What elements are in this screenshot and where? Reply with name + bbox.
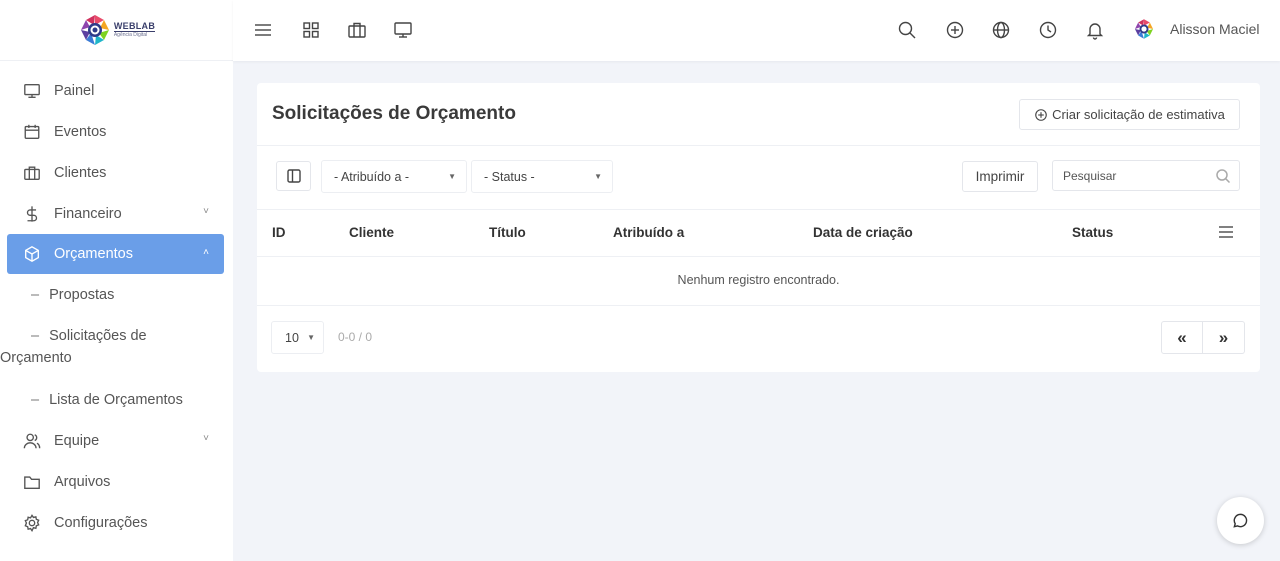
column-header-assigned-to[interactable]: Atribuído a — [613, 225, 684, 240]
column-header-client[interactable]: Cliente — [349, 225, 394, 240]
sidebar-subitem-lista[interactable]: – Lista de Orçamentos — [0, 379, 233, 420]
globe-icon[interactable] — [991, 20, 1011, 40]
sidebar-item-orcamentos[interactable]: Orçamentos ˄ — [7, 234, 224, 274]
plus-circle-icon — [1035, 108, 1047, 121]
folder-icon — [21, 471, 43, 493]
chat-button[interactable] — [1217, 497, 1264, 544]
status-filter-value: - Status - — [484, 169, 535, 184]
clock-icon[interactable] — [1038, 20, 1058, 40]
logo-icon — [80, 15, 109, 45]
pagination: « » — [1161, 321, 1245, 354]
dash-icon: – — [31, 286, 40, 303]
briefcase-icon[interactable] — [347, 20, 367, 40]
assigned-to-filter-value: - Atribuído a - — [334, 169, 410, 184]
bell-icon[interactable] — [1085, 20, 1105, 40]
avatar — [1134, 19, 1154, 39]
estimate-requests-card: Solicitações de Orçamento Criar solicita… — [257, 83, 1260, 372]
monitor-icon[interactable] — [393, 20, 413, 40]
create-button-label: Criar solicitação de estimativa — [1052, 107, 1225, 122]
dash-icon: – — [31, 328, 40, 344]
caret-down-icon: ▼ — [307, 333, 315, 342]
box-icon — [21, 243, 43, 265]
sidebar-item-label: Orçamentos — [54, 246, 133, 262]
sidebar-subitem-propostas[interactable]: – Propostas — [0, 274, 233, 315]
sidebar-item-arquivos[interactable]: Arquivos — [0, 461, 233, 502]
sidebar-item-label: Financeiro — [54, 205, 122, 222]
grid-icon[interactable] — [301, 20, 321, 40]
assigned-to-filter[interactable]: - Atribuído a - ▼ — [321, 160, 467, 193]
chevron-down-icon: ˅ — [203, 433, 209, 444]
sidebar-item-clientes[interactable]: Clientes — [0, 152, 233, 193]
empty-message: Nenhum registro encontrado. — [677, 273, 840, 287]
sidebar-item-label: Eventos — [54, 123, 107, 140]
sidebar-subitem-solicitacoes[interactable]: – Solicitações de Orçamento — [0, 315, 233, 379]
sidebar-item-label: Configurações — [54, 514, 148, 531]
monitor-icon — [21, 80, 43, 102]
page-title: Solicitações de Orçamento — [272, 103, 516, 124]
column-header-status[interactable]: Status — [1072, 225, 1113, 240]
sidebar-item-label: Arquivos — [54, 473, 111, 490]
sidebar-menu: Painel Eventos Clientes Financeiro ˅ Orç… — [0, 61, 233, 543]
sidebar-subitem-label-line2: Orçamento — [0, 350, 72, 366]
previous-page-button[interactable]: « — [1161, 321, 1203, 354]
divider — [257, 305, 1260, 306]
columns-icon — [286, 169, 301, 183]
sidebar-item-label: Painel — [54, 82, 95, 99]
divider — [257, 209, 1260, 210]
column-menu-icon[interactable] — [1218, 225, 1234, 239]
sidebar-item-label: Equipe — [54, 432, 100, 449]
create-estimate-request-button[interactable]: Criar solicitação de estimativa — [1019, 99, 1240, 130]
divider — [257, 256, 1260, 257]
chevron-up-icon: ˄ — [203, 247, 209, 258]
search-box — [1052, 160, 1240, 191]
page-size-value: 10 — [285, 330, 299, 345]
divider — [257, 145, 1260, 146]
calendar-icon — [21, 121, 43, 143]
user-name: Alisson Maciel — [1170, 21, 1260, 37]
users-icon — [21, 430, 43, 452]
print-button[interactable]: Imprimir — [962, 161, 1038, 192]
caret-down-icon: ▼ — [448, 172, 456, 181]
brand-tagline: Agência Digital — [113, 32, 148, 38]
caret-down-icon: ▼ — [594, 172, 602, 181]
sidebar-subitem-label-line1: Solicitações de — [49, 328, 147, 344]
topbar: Alisson Maciel — [233, 0, 1280, 61]
brand[interactable]: WEBLAB Agência Digital — [0, 0, 233, 61]
menu-icon[interactable] — [253, 20, 273, 40]
dash-icon: – — [31, 391, 40, 408]
sidebar-item-eventos[interactable]: Eventos — [0, 111, 233, 152]
brand-name: WEBLAB — [113, 21, 156, 32]
page-size-select[interactable]: 10 ▼ — [271, 321, 324, 354]
chat-icon — [1233, 513, 1248, 528]
sidebar-item-equipe[interactable]: Equipe ˅ — [0, 420, 233, 461]
sidebar: WEBLAB Agência Digital Painel Eventos Cl… — [0, 0, 233, 561]
sidebar-subitem-label: Lista de Orçamentos — [49, 391, 183, 408]
search-input[interactable] — [1063, 168, 1203, 183]
next-page-button[interactable]: » — [1203, 321, 1245, 354]
chevron-down-icon: ˅ — [203, 206, 209, 217]
briefcase-icon — [21, 162, 43, 184]
user-menu[interactable]: Alisson Maciel — [1133, 18, 1259, 40]
dollar-icon — [21, 203, 43, 225]
columns-toggle-button[interactable] — [276, 161, 311, 191]
plus-circle-icon[interactable] — [945, 20, 965, 40]
settings-icon — [21, 512, 43, 534]
pagination-info: 0-0 / 0 — [338, 330, 373, 344]
search-icon[interactable] — [1215, 168, 1231, 184]
column-header-title[interactable]: Título — [489, 225, 526, 240]
sidebar-item-painel[interactable]: Painel — [0, 70, 233, 111]
column-header-created-date[interactable]: Data de criação — [813, 225, 913, 240]
sidebar-subitem-label: Propostas — [49, 286, 115, 303]
logo[interactable]: WEBLAB Agência Digital — [78, 13, 156, 47]
search-icon[interactable] — [897, 20, 917, 40]
sidebar-item-financeiro[interactable]: Financeiro ˅ — [0, 193, 233, 234]
sidebar-item-label: Clientes — [54, 164, 107, 181]
sidebar-item-configuracoes[interactable]: Configurações — [0, 502, 233, 543]
column-header-id[interactable]: ID — [272, 225, 286, 240]
status-filter[interactable]: - Status - ▼ — [471, 160, 613, 193]
